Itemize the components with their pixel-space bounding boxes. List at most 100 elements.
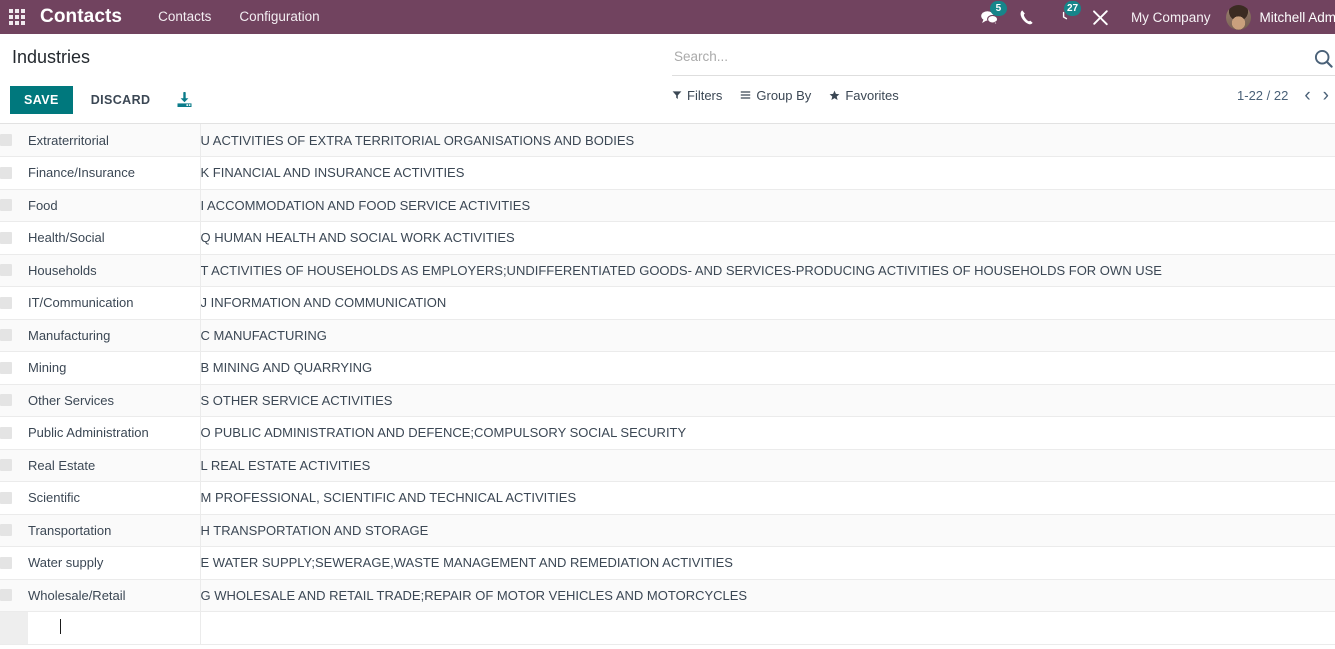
cell-industry-name[interactable]: IT/Communication bbox=[28, 286, 201, 320]
table-row[interactable]: Other Services S OTHER SERVICE ACTIVITIES bbox=[0, 384, 1335, 417]
save-button[interactable]: SAVE bbox=[10, 86, 73, 114]
row-checkbox-cell[interactable] bbox=[0, 254, 28, 287]
apps-grid-icon[interactable] bbox=[0, 0, 34, 34]
cell-industry-description[interactable]: J INFORMATION AND COMMUNICATION bbox=[200, 286, 1335, 320]
new-record-row[interactable] bbox=[0, 611, 1335, 645]
row-checkbox-cell[interactable] bbox=[0, 286, 28, 320]
cell-industry-description[interactable]: G WHOLESALE AND RETAIL TRADE;REPAIR OF M… bbox=[200, 579, 1335, 612]
table-row[interactable]: Real Estate L REAL ESTATE ACTIVITIES bbox=[0, 449, 1335, 482]
cell-industry-description[interactable]: O PUBLIC ADMINISTRATION AND DEFENCE;COMP… bbox=[200, 416, 1335, 450]
phone-icon[interactable] bbox=[1009, 0, 1044, 34]
cell-industry-description[interactable]: T ACTIVITIES OF HOUSEHOLDS AS EMPLOYERS;… bbox=[200, 254, 1335, 287]
row-checkbox-cell[interactable] bbox=[0, 124, 28, 157]
group-by-button[interactable]: Group By bbox=[740, 88, 811, 103]
new-row-name-cell[interactable] bbox=[28, 611, 201, 645]
table-row[interactable]: Transportation H TRANSPORTATION AND STORA… bbox=[0, 514, 1335, 547]
debug-tools-icon[interactable] bbox=[1082, 0, 1119, 34]
row-checkbox[interactable] bbox=[0, 134, 12, 146]
row-checkbox[interactable] bbox=[0, 556, 12, 569]
filters-button[interactable]: Filters bbox=[672, 88, 722, 103]
cell-industry-name[interactable]: Wholesale/Retail bbox=[28, 579, 201, 612]
pager-previous-button[interactable]: ‹ bbox=[1298, 86, 1316, 105]
table-row[interactable]: Health/Social Q HUMAN HEALTH AND SOCIAL W… bbox=[0, 221, 1335, 255]
row-checkbox-cell[interactable] bbox=[0, 449, 28, 482]
favorites-button[interactable]: Favorites bbox=[829, 88, 899, 103]
cell-industry-description[interactable]: K FINANCIAL AND INSURANCE ACTIVITIES bbox=[200, 156, 1335, 190]
cell-industry-description[interactable]: Q HUMAN HEALTH AND SOCIAL WORK ACTIVITIE… bbox=[200, 221, 1335, 255]
cell-industry-name[interactable]: Mining bbox=[28, 351, 201, 385]
cell-industry-description[interactable]: I ACCOMMODATION AND FOOD SERVICE ACTIVIT… bbox=[200, 189, 1335, 222]
row-checkbox[interactable] bbox=[0, 394, 12, 407]
new-row-checkbox-cell[interactable] bbox=[0, 611, 28, 645]
cell-industry-name[interactable]: Extraterritorial bbox=[28, 124, 201, 157]
company-switcher[interactable]: My Company bbox=[1119, 10, 1223, 25]
cell-industry-description[interactable]: C MANUFACTURING bbox=[200, 319, 1335, 352]
row-checkbox-cell[interactable] bbox=[0, 156, 28, 190]
user-menu[interactable]: Mitchell Admi bbox=[1222, 4, 1335, 30]
import-download-icon[interactable] bbox=[176, 91, 193, 109]
row-checkbox-cell[interactable] bbox=[0, 319, 28, 352]
cell-industry-name[interactable]: Real Estate bbox=[28, 449, 201, 482]
row-checkbox[interactable] bbox=[0, 231, 12, 244]
row-checkbox[interactable] bbox=[0, 426, 12, 439]
cell-industry-name[interactable]: Transportation bbox=[28, 514, 201, 547]
row-checkbox[interactable] bbox=[0, 264, 12, 277]
cell-industry-name[interactable]: Health/Social bbox=[28, 221, 201, 255]
table-row[interactable]: Mining B MINING AND QUARRYING bbox=[0, 351, 1335, 385]
menu-contacts[interactable]: Contacts bbox=[144, 0, 225, 34]
table-row[interactable]: Scientific M PROFESSIONAL, SCIENTIFIC AND… bbox=[0, 481, 1335, 515]
new-row-description-cell[interactable] bbox=[200, 611, 1335, 645]
cell-industry-description[interactable]: L REAL ESTATE ACTIVITIES bbox=[200, 449, 1335, 482]
table-row[interactable]: Water supply E WATER SUPPLY;SEWERAGE,WAST… bbox=[0, 546, 1335, 580]
cell-industry-name[interactable]: Manufacturing bbox=[28, 319, 201, 352]
cell-industry-name[interactable]: Scientific bbox=[28, 481, 201, 515]
table-row[interactable]: Manufacturing C MANUFACTURING bbox=[0, 319, 1335, 352]
row-checkbox-cell[interactable] bbox=[0, 384, 28, 417]
row-checkbox[interactable] bbox=[0, 589, 12, 602]
row-checkbox-cell[interactable] bbox=[0, 221, 28, 255]
table-row[interactable]: Public Administration O PUBLIC ADMINISTRA… bbox=[0, 416, 1335, 450]
cell-industry-name[interactable]: Public Administration bbox=[28, 416, 201, 450]
activities-clock-icon[interactable]: 27 bbox=[1044, 0, 1082, 34]
table-row[interactable]: Finance/Insurance K FINANCIAL AND INSURAN… bbox=[0, 156, 1335, 190]
table-row[interactable]: IT/Communication J INFORMATION AND COMMUN… bbox=[0, 286, 1335, 320]
cell-industry-name[interactable]: Other Services bbox=[28, 384, 201, 417]
row-checkbox-cell[interactable] bbox=[0, 546, 28, 580]
menu-configuration[interactable]: Configuration bbox=[225, 0, 333, 34]
cell-industry-description[interactable]: E WATER SUPPLY;SEWERAGE,WASTE MANAGEMENT… bbox=[200, 546, 1335, 580]
messages-icon[interactable]: 5 bbox=[970, 0, 1009, 34]
row-checkbox[interactable] bbox=[0, 199, 12, 212]
row-checkbox[interactable] bbox=[0, 459, 12, 472]
table-row[interactable]: Food I ACCOMMODATION AND FOOD SERVICE ACT… bbox=[0, 189, 1335, 222]
cell-industry-description[interactable]: U ACTIVITIES OF EXTRA TERRITORIAL ORGANI… bbox=[200, 124, 1335, 157]
row-checkbox[interactable] bbox=[0, 524, 12, 537]
row-checkbox-cell[interactable] bbox=[0, 351, 28, 385]
app-brand-contacts[interactable]: Contacts bbox=[40, 6, 122, 28]
search-input[interactable] bbox=[672, 49, 1314, 68]
pager-next-button[interactable]: › bbox=[1317, 86, 1335, 105]
row-checkbox-cell[interactable] bbox=[0, 481, 28, 515]
table-row[interactable]: Extraterritorial U ACTIVITIES OF EXTRA TE… bbox=[0, 124, 1335, 157]
new-industry-name-input[interactable] bbox=[28, 616, 199, 640]
row-checkbox[interactable] bbox=[0, 491, 12, 504]
row-checkbox-cell[interactable] bbox=[0, 514, 28, 547]
cell-industry-description[interactable]: H TRANSPORTATION AND STORAGE bbox=[200, 514, 1335, 547]
table-row[interactable]: Wholesale/Retail G WHOLESALE AND RETAIL T… bbox=[0, 579, 1335, 612]
cell-industry-name[interactable]: Water supply bbox=[28, 546, 201, 580]
row-checkbox[interactable] bbox=[0, 361, 12, 374]
row-checkbox[interactable] bbox=[0, 296, 12, 309]
search-icon[interactable] bbox=[1314, 49, 1335, 68]
cell-industry-description[interactable]: S OTHER SERVICE ACTIVITIES bbox=[200, 384, 1335, 417]
cell-industry-description[interactable]: M PROFESSIONAL, SCIENTIFIC AND TECHNICAL… bbox=[200, 481, 1335, 515]
row-checkbox-cell[interactable] bbox=[0, 189, 28, 222]
discard-button[interactable]: DISCARD bbox=[81, 86, 161, 114]
row-checkbox[interactable] bbox=[0, 329, 12, 342]
cell-industry-name[interactable]: Households bbox=[28, 254, 201, 287]
row-checkbox-cell[interactable] bbox=[0, 416, 28, 450]
row-checkbox-cell[interactable] bbox=[0, 579, 28, 612]
row-checkbox[interactable] bbox=[0, 166, 12, 179]
cell-industry-name[interactable]: Finance/Insurance bbox=[28, 156, 201, 190]
cell-industry-description[interactable]: B MINING AND QUARRYING bbox=[200, 351, 1335, 385]
cell-industry-name[interactable]: Food bbox=[28, 189, 201, 222]
table-row[interactable]: Households T ACTIVITIES OF HOUSEHOLDS AS … bbox=[0, 254, 1335, 287]
